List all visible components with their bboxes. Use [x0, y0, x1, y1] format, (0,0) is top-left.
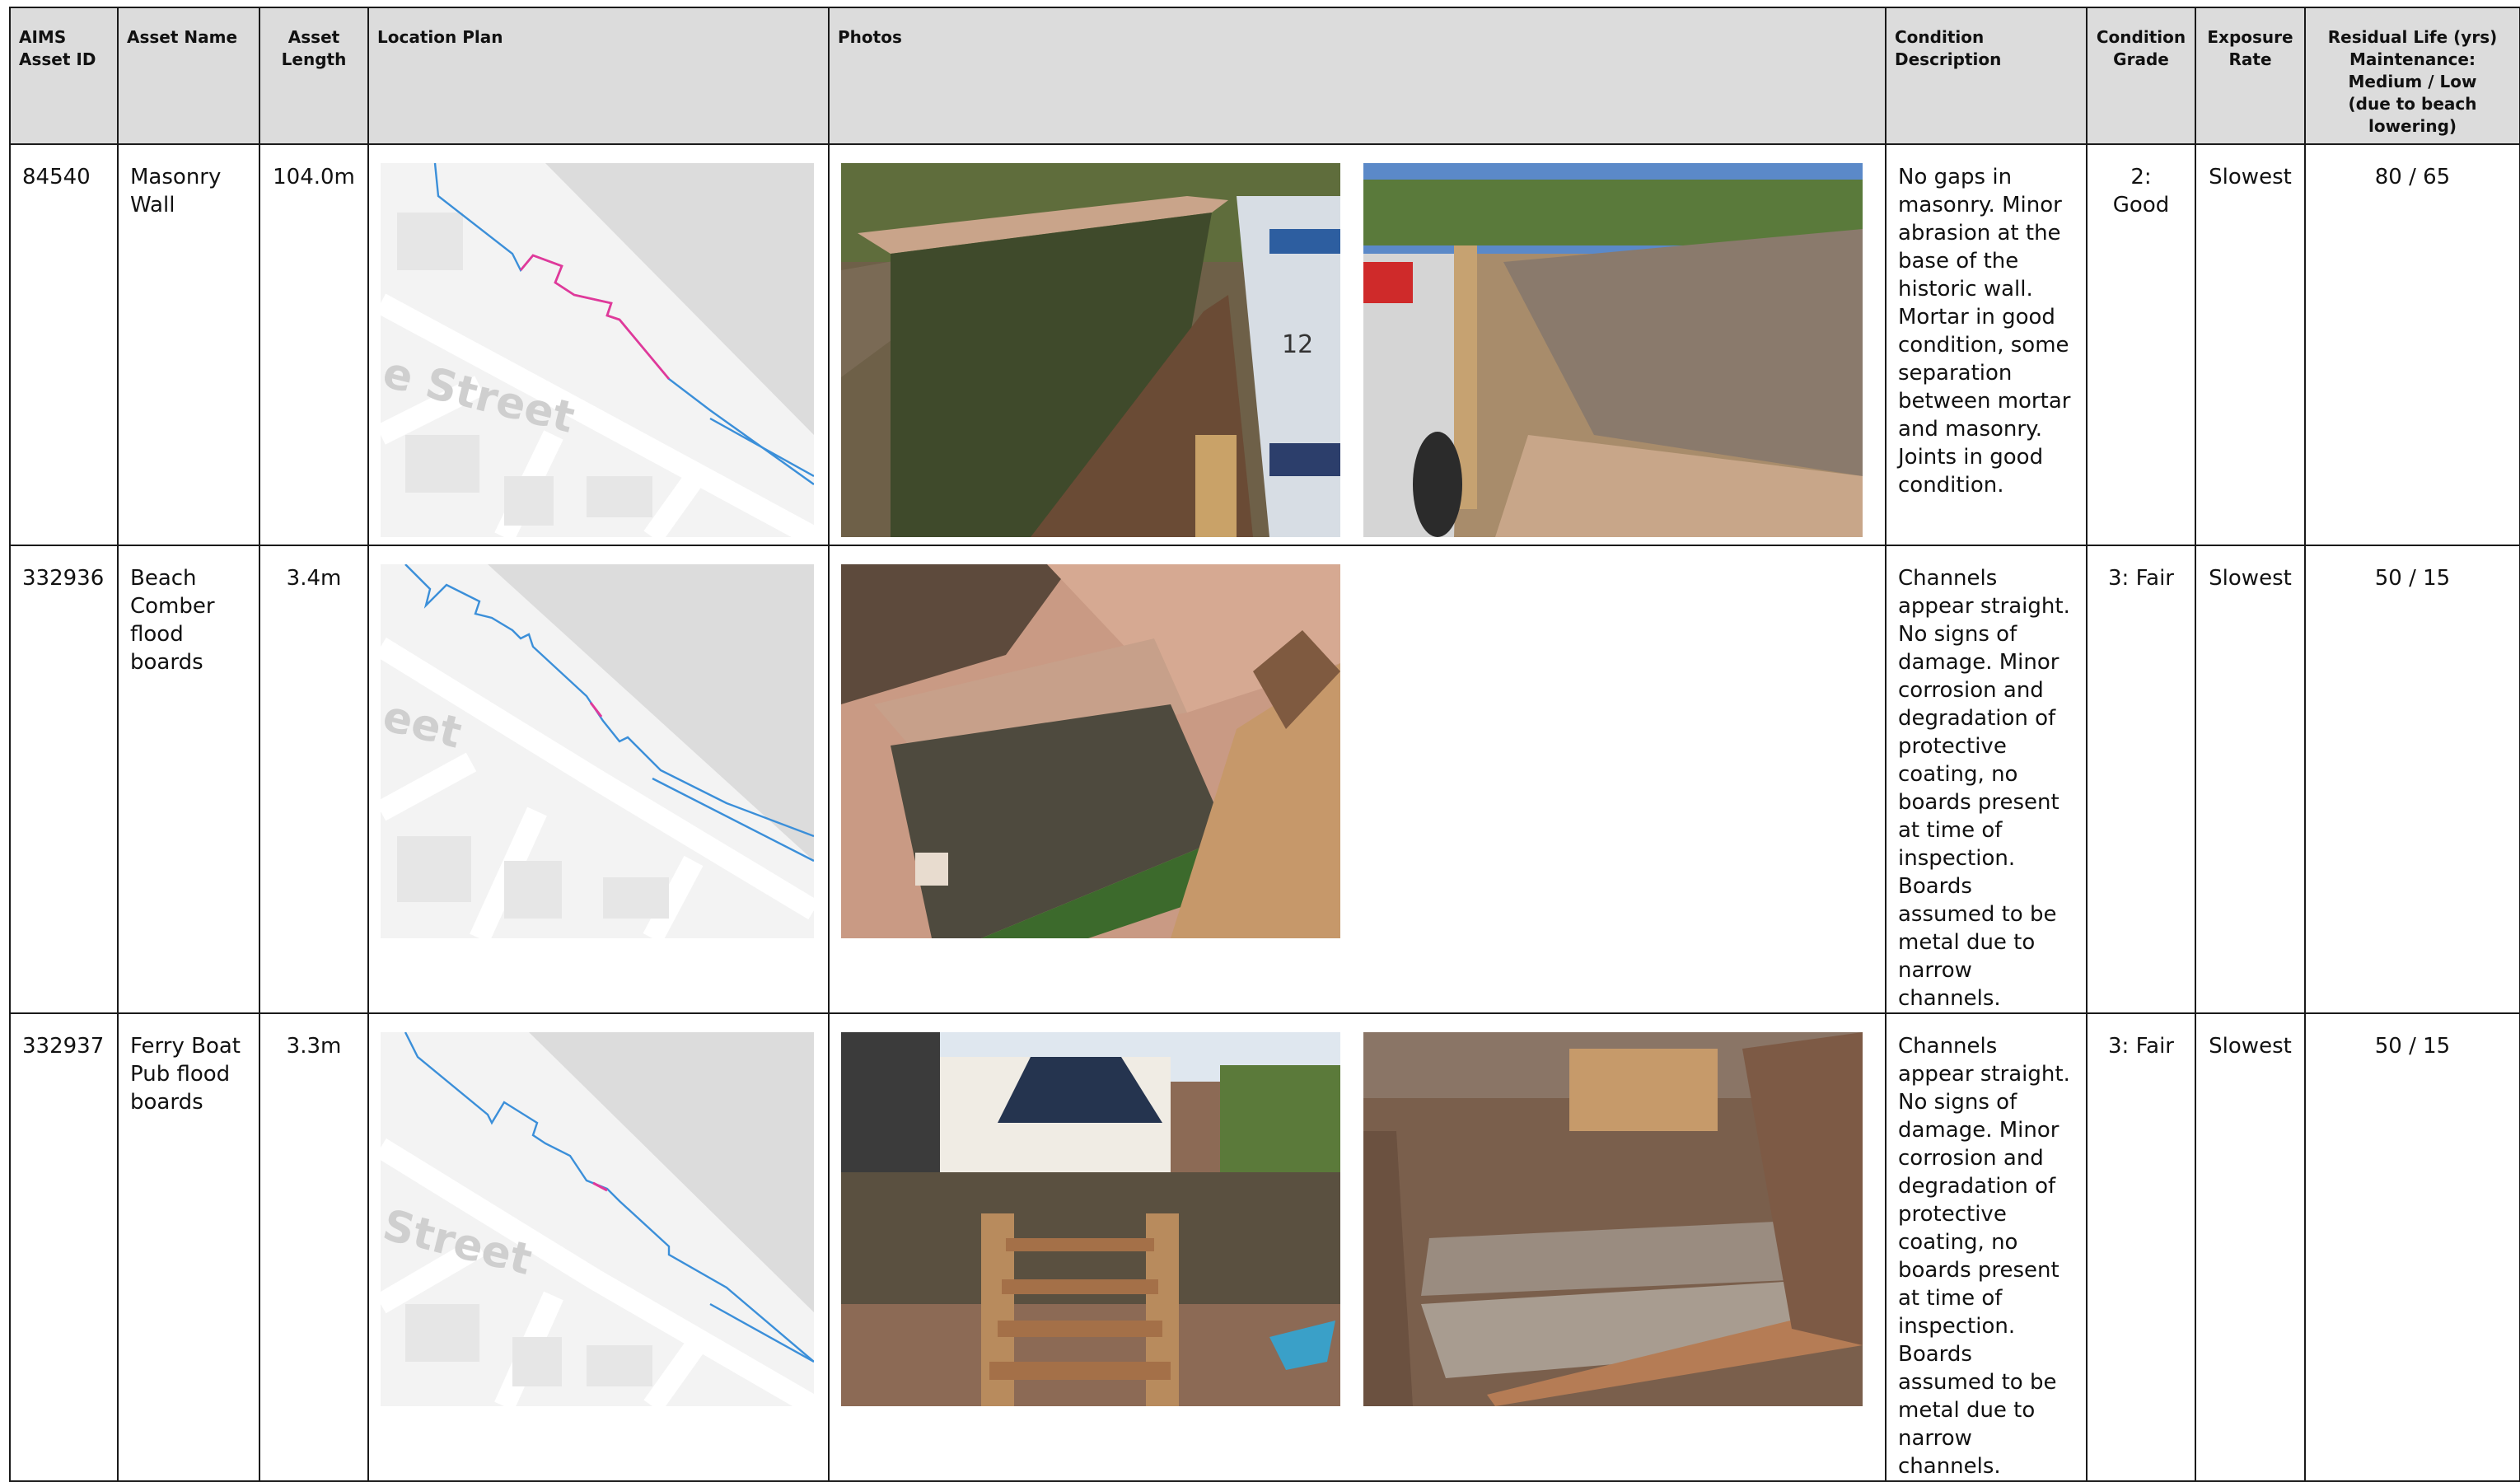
asset-photo[interactable] [841, 1032, 1340, 1406]
asset-id-cell: 332937 [9, 1012, 119, 1482]
header-residual-life-line1: Residual Life (yrs) [2327, 27, 2498, 47]
asset-length-cell: 3.3m [259, 1012, 369, 1482]
location-map[interactable]: Street [381, 1032, 814, 1406]
header-exposure-rate: Exposure Rate [2195, 7, 2306, 145]
header-residual-life-line2: Maintenance: [2349, 49, 2476, 69]
header-condition-grade-line1: Condition [2096, 27, 2186, 47]
location-map[interactable]: eet [381, 564, 814, 938]
header-asset-name: Asset Name [117, 7, 260, 145]
header-exposure-rate-line2: Rate [2228, 49, 2272, 69]
asset-photo[interactable] [1363, 1032, 1863, 1406]
table-row: 332937 Ferry Boat Pub flood boards 3.3m [9, 1012, 2520, 1482]
residual-life-cell: 50 / 15 [2304, 545, 2520, 1014]
condition-description-cell: Channels appear straight. No signs of da… [1885, 545, 2088, 1014]
boat-number-label: 12 [1282, 330, 1313, 359]
table-row: 84540 Masonry Wall 104.0m e Street 12 No… [9, 143, 2520, 546]
header-row: AIMS Asset ID Asset Name Asset Length Lo… [9, 7, 2520, 145]
header-asset-id-line1: AIMS [19, 27, 67, 47]
location-map[interactable]: e Street [381, 163, 814, 537]
header-photos: Photos [828, 7, 1886, 145]
header-residual-life-line4: (due to beach lowering) [2348, 94, 2477, 136]
exposure-rate-cell: Slowest [2195, 1012, 2306, 1482]
header-condition-grade: Condition Grade [2086, 7, 2196, 145]
asset-name-cell: Masonry Wall [117, 143, 260, 546]
table-row: 332936 Beach Comber flood boards 3.4m ee… [9, 545, 2520, 1014]
condition-grade-cell: 3: Fair [2086, 545, 2196, 1014]
header-asset-length: Asset Length [259, 7, 369, 145]
condition-description-cell: No gaps in masonry. Minor abrasion at th… [1885, 143, 2088, 546]
asset-photo[interactable] [841, 564, 1340, 938]
asset-id-cell: 332936 [9, 545, 119, 1014]
condition-grade-cell: 2: Good [2086, 143, 2196, 546]
header-residual-life: Residual Life (yrs) Maintenance: Medium … [2304, 7, 2520, 145]
condition-grade-cell: 3: Fair [2086, 1012, 2196, 1482]
asset-photo[interactable]: 12 [841, 163, 1340, 537]
photos-cell: 12 [828, 143, 1886, 546]
exposure-rate-cell: Slowest [2195, 545, 2306, 1014]
asset-table: AIMS Asset ID Asset Name Asset Length Lo… [9, 7, 2520, 1482]
header-asset-id: AIMS Asset ID [9, 7, 119, 145]
asset-photo[interactable] [1363, 163, 1863, 537]
residual-life-cell: 80 / 65 [2304, 143, 2520, 546]
asset-id-cell: 84540 [9, 143, 119, 546]
condition-description-cell: Channels appear straight. No signs of da… [1885, 1012, 2088, 1482]
asset-length-cell: 104.0m [259, 143, 369, 546]
location-plan-cell: Street [367, 1012, 830, 1482]
residual-life-cell: 50 / 15 [2304, 1012, 2520, 1482]
asset-name-cell: Ferry Boat Pub flood boards [117, 1012, 260, 1482]
location-plan-cell: e Street [367, 143, 830, 546]
header-asset-length-line1: Asset [288, 27, 340, 47]
header-asset-length-line2: Length [281, 49, 347, 69]
header-residual-life-line3: Medium / Low [2348, 72, 2477, 91]
header-condition-grade-line2: Grade [2113, 49, 2169, 69]
photos-cell [828, 545, 1886, 1014]
header-condition-description: Condition Description [1885, 7, 2088, 145]
exposure-rate-cell: Slowest [2195, 143, 2306, 546]
location-plan-cell: eet [367, 545, 830, 1014]
asset-length-cell: 3.4m [259, 545, 369, 1014]
header-asset-id-line2: Asset ID [19, 49, 96, 69]
photos-cell [828, 1012, 1886, 1482]
asset-name-cell: Beach Comber flood boards [117, 545, 260, 1014]
header-location-plan: Location Plan [367, 7, 830, 145]
header-exposure-rate-line1: Exposure [2207, 27, 2293, 47]
street-label: Street [381, 1200, 536, 1285]
